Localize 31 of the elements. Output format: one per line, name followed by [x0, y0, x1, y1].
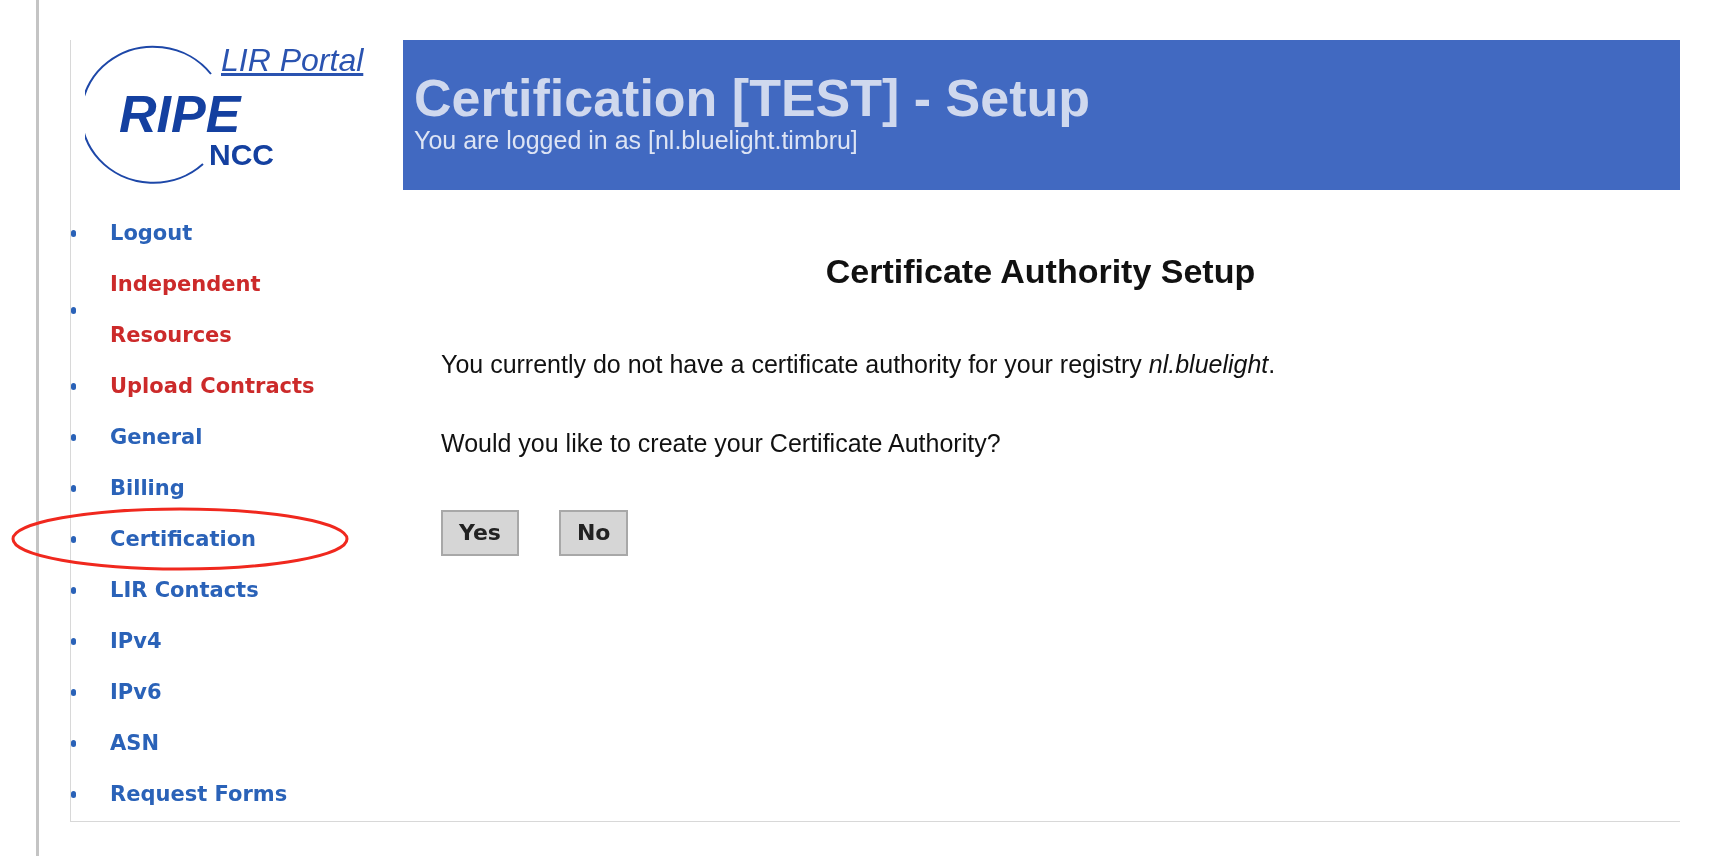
bullet-icon	[71, 587, 76, 594]
logo-subtitle: NCC	[209, 140, 274, 170]
page-title: Certification [TEST] - Setup	[414, 69, 1091, 127]
nav-link[interactable]: ASN	[110, 718, 350, 769]
nav-link[interactable]: Request Forms	[110, 769, 350, 820]
bullet-icon	[71, 383, 76, 390]
action-button[interactable]: Yes	[441, 509, 519, 556]
nav-link[interactable]: LIR Contacts	[110, 565, 350, 616]
nav-link[interactable]: IPv4	[110, 616, 350, 667]
nav-link[interactable]: Logout	[110, 208, 350, 259]
login-status: You are logged in as [nl.bluelight.timbru]	[414, 126, 858, 155]
bullet-icon	[71, 689, 76, 696]
nav-link[interactable]: General	[110, 412, 350, 463]
nav-link[interactable]: Upload Contracts	[110, 361, 350, 412]
body-text: Would you like to create your Certificate Authority?	[441, 428, 1002, 460]
bullet-icon	[71, 230, 76, 237]
nav-link[interactable]: IPv6	[110, 667, 350, 718]
bullet-icon	[71, 536, 76, 543]
body-text: You currently do not have a certificate authority for your registry nl.bluelight.	[441, 349, 1277, 380]
bullet-icon	[71, 740, 76, 747]
bullet-icon	[71, 434, 76, 441]
bullet-icon	[71, 638, 76, 645]
bullet-icon	[71, 306, 76, 314]
logo-wordmark: RIPE	[119, 88, 241, 140]
nav-link[interactable]: Billing	[110, 463, 350, 514]
bullet-icon	[71, 791, 76, 798]
section-heading: Certificate Authority Setup	[824, 251, 1257, 292]
bullet-icon	[71, 485, 76, 492]
portal-link[interactable]: LIR Portal	[221, 44, 364, 76]
action-button[interactable]: No	[558, 509, 629, 556]
nav-link[interactable]: Independent Resources	[110, 259, 350, 361]
